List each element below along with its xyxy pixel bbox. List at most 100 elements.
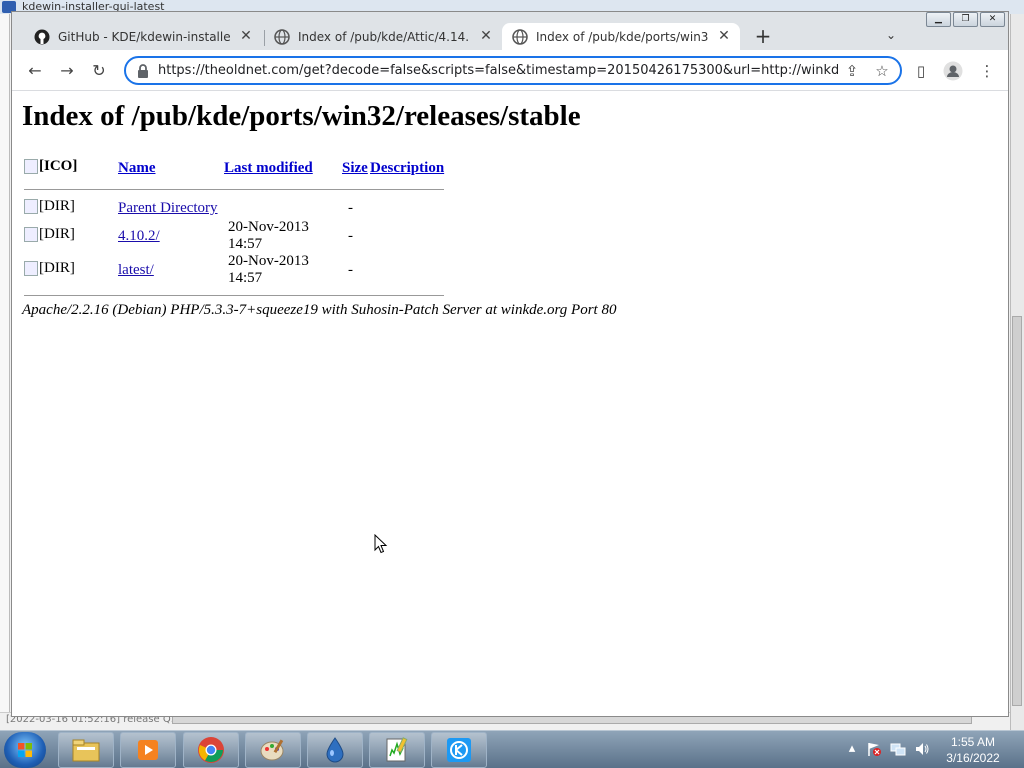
row-modified: 20-Nov-2013 14:57 (228, 219, 309, 252)
action-center-flag-icon[interactable] (866, 741, 882, 757)
clock-time: 1:55 AM (950, 735, 996, 749)
tab-stable-active[interactable]: Index of /pub/kde/ports/win32/r ✕ (502, 23, 740, 50)
column-name-header: Name (118, 156, 208, 181)
folder-icon: [DIR] (24, 198, 75, 215)
background-left-strip (0, 14, 10, 714)
page-title: Index of /pub/kde/ports/win32/releases/s… (22, 100, 581, 132)
tab-stable-label: Index of /pub/kde/ports/win32/r (536, 29, 708, 44)
tab-attic-label: Index of /pub/kde/Attic/4.14.3/sr (298, 29, 470, 44)
taskbar-chrome[interactable] (183, 732, 239, 768)
tab-github-close-icon[interactable]: ✕ (238, 28, 254, 44)
tab-attic[interactable]: Index of /pub/kde/Attic/4.14.3/sr ✕ (264, 23, 502, 50)
column-description-header: Description (368, 156, 444, 181)
windows-taskbar: ▴ 1:55 AM 3/16/2022 (0, 730, 1024, 768)
sort-by-size-link[interactable]: Size (342, 160, 368, 176)
taskbar-kde[interactable] (431, 732, 487, 768)
row-icon: [DIR] (24, 219, 118, 253)
row-description (368, 198, 444, 219)
row-description (368, 219, 444, 253)
clock-date: 3/16/2022 (946, 751, 1000, 765)
row-name: 4.10.2/ (118, 219, 208, 253)
table-row: [DIR] latest/ 20-Nov-2013 14:57 - (24, 253, 444, 287)
share-icon[interactable]: ⇪ (842, 61, 862, 81)
github-icon (34, 29, 50, 45)
address-bar[interactable]: https://theoldnet.com/get?decode=false&s… (124, 56, 902, 85)
row-icon-alt: [DIR] (39, 225, 75, 242)
sort-by-modified-link[interactable]: Last modified (224, 160, 313, 176)
taskbar-file-explorer[interactable] (58, 732, 114, 768)
row-icon: [DIR] (24, 198, 118, 219)
row-size: - (348, 227, 353, 244)
globe-icon (274, 28, 290, 45)
folder-icon: [DIR] (24, 260, 75, 277)
tab-attic-close-icon[interactable]: ✕ (478, 28, 494, 44)
column-icon-header: [ICO] (24, 156, 118, 181)
folder-4-10-2-link[interactable]: 4.10.2/ (118, 228, 160, 244)
taskbar-drop-app[interactable] (307, 732, 363, 768)
tab-stable-close-icon[interactable]: ✕ (716, 28, 732, 44)
folder-icon: [DIR] (24, 226, 75, 243)
folder-latest-link[interactable]: latest/ (118, 262, 154, 278)
header-divider (24, 181, 445, 198)
server-signature: Apache/2.2.16 (Debian) PHP/5.3.3-7+squee… (22, 302, 617, 318)
taskbar-clock[interactable]: 1:55 AM 3/16/2022 (930, 734, 1016, 766)
kde-icon (447, 738, 471, 762)
row-name: Parent Directory (118, 198, 338, 219)
tab-search-chevron-down-icon[interactable]: ⌄ (882, 28, 900, 46)
row-name: latest/ (118, 253, 208, 287)
taskbar-paint[interactable] (245, 732, 301, 768)
column-size-header: Size (338, 156, 368, 181)
drop-app-icon (326, 737, 344, 763)
row-size: - (348, 261, 353, 278)
browser-window: GitHub - KDE/kdewin-installer at ✕ Index… (11, 11, 1009, 717)
row-icon: [DIR] (24, 253, 118, 287)
close-icon[interactable]: ✕ (980, 12, 1005, 27)
media-player-icon (138, 740, 158, 760)
parent-directory-link[interactable]: Parent Directory (118, 200, 218, 216)
profile-avatar-icon[interactable] (942, 60, 964, 82)
directory-listing-table: [ICO] Name Last modified Size Descriptio… (24, 156, 445, 304)
forward-arrow-icon[interactable]: → (56, 60, 78, 82)
sort-by-name-link[interactable]: Name (118, 160, 156, 176)
reload-icon[interactable]: ↻ (88, 60, 110, 82)
column-modified-header: Last modified (208, 156, 338, 181)
browser-toolbar: ← → ↻ https://theoldnet.com/get?decode=f… (12, 50, 1008, 91)
row-icon-alt: [DIR] (39, 198, 75, 214)
volume-speaker-icon[interactable] (914, 741, 930, 757)
start-button[interactable] (4, 732, 46, 768)
table-header-row: [ICO] Name Last modified Size Descriptio… (24, 156, 444, 181)
network-icon[interactable] (890, 741, 906, 757)
file-explorer-icon (72, 739, 100, 762)
tab-github[interactable]: GitHub - KDE/kdewin-installer at ✕ (24, 23, 262, 50)
notepad-icon (386, 737, 408, 762)
taskbar-media-player[interactable] (120, 732, 176, 768)
bookmark-star-icon[interactable]: ☆ (872, 61, 892, 81)
sort-by-description-link[interactable]: Description (370, 160, 444, 176)
background-scrollbar-thumb[interactable] (1012, 316, 1022, 706)
taskbar-notepad[interactable] (369, 732, 425, 768)
page-content: Index of /pub/kde/ports/win32/releases/s… (12, 92, 1008, 716)
row-description (368, 253, 444, 287)
restore-icon[interactable]: ❐ (953, 12, 978, 27)
side-panel-icon[interactable]: ▯ (910, 60, 932, 82)
background-horizontal-scrollbar[interactable] (172, 716, 972, 724)
broken-image-icon: [ICO] (24, 158, 77, 175)
row-modified: 20-Nov-2013 14:57 (228, 253, 309, 286)
lock-icon[interactable] (136, 63, 150, 79)
minimize-icon[interactable]: ▁ (926, 12, 951, 27)
window-controls: ▁ ❐ ✕ (924, 12, 1005, 27)
show-hidden-icons-chevron-up-icon[interactable]: ▴ (844, 741, 860, 757)
column-icon-alt: [ICO] (39, 158, 78, 174)
paint-icon (260, 739, 284, 761)
windows-logo-icon (18, 743, 32, 757)
new-tab-plus-icon[interactable]: + (752, 26, 774, 48)
table-row: [DIR] Parent Directory - (24, 198, 444, 219)
url-text[interactable]: https://theoldnet.com/get?decode=false&s… (158, 58, 838, 83)
globe-icon (512, 28, 528, 45)
tab-github-label: GitHub - KDE/kdewin-installer at (58, 29, 230, 44)
back-arrow-icon[interactable]: ← (24, 60, 46, 82)
mouse-cursor-icon (374, 534, 388, 554)
menu-kebab-icon[interactable]: ⋮ (976, 60, 998, 82)
table-row: [DIR] 4.10.2/ 20-Nov-2013 14:57 - (24, 219, 444, 253)
row-size: - (348, 200, 353, 216)
